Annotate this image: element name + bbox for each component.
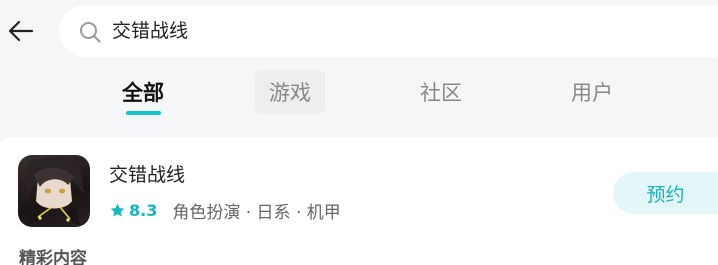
arrow-left-icon xyxy=(8,20,34,42)
game-result-item[interactable]: 交错战线 8.3 角色扮演 · 日系 · 机甲 xyxy=(0,137,718,237)
tab-all[interactable]: 全部 xyxy=(108,70,178,114)
active-tab-indicator xyxy=(126,111,161,115)
section-title: 精彩内容 xyxy=(19,249,87,265)
search-icon xyxy=(80,22,101,43)
search-header: 交错战线 xyxy=(0,0,718,62)
reserve-button[interactable]: 预约 xyxy=(613,172,718,214)
search-query-text[interactable]: 交错战线 xyxy=(112,18,188,44)
game-meta: 8.3 角色扮演 · 日系 · 机甲 xyxy=(110,198,341,223)
game-tags: 角色扮演 · 日系 · 机甲 xyxy=(172,202,341,223)
game-icon xyxy=(18,155,90,227)
game-rating: 8.3 xyxy=(129,200,158,220)
tab-community[interactable]: 社区 xyxy=(406,70,476,114)
search-tabs: 全部 游戏 社区 用户 xyxy=(0,66,718,122)
back-button[interactable] xyxy=(6,16,36,46)
search-input[interactable]: 交错战线 xyxy=(59,5,718,57)
search-results: 交错战线 8.3 角色扮演 · 日系 · 机甲 预约 精彩内容 xyxy=(0,137,718,265)
tab-games[interactable]: 游戏 xyxy=(255,70,325,114)
game-artwork-image xyxy=(26,157,84,227)
tab-users[interactable]: 用户 xyxy=(557,70,627,114)
game-title: 交错战线 xyxy=(109,164,186,186)
star-icon xyxy=(110,203,125,216)
